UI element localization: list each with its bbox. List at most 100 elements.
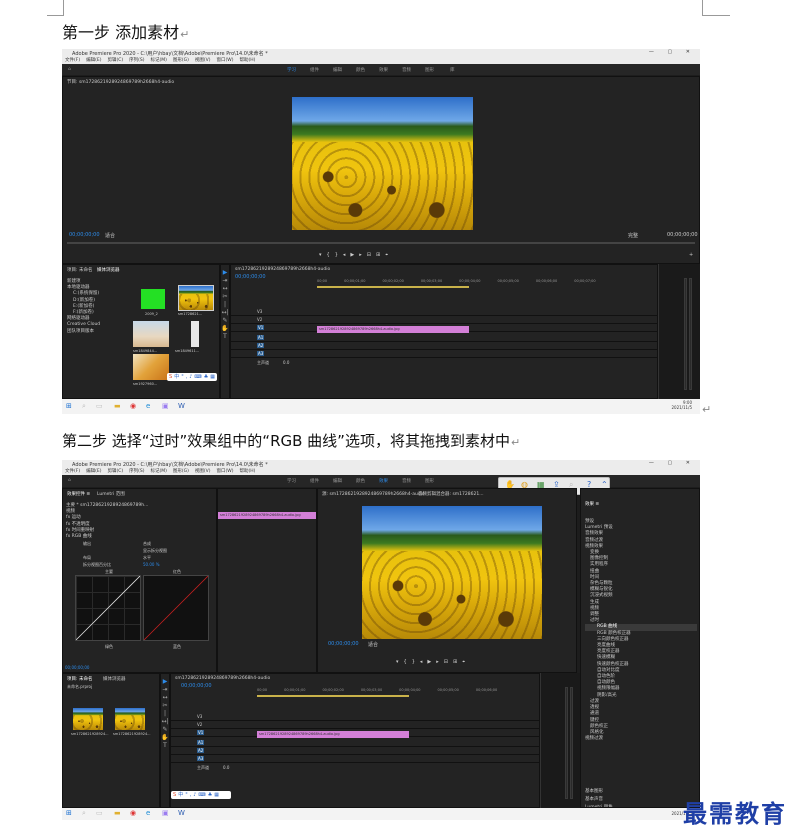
premiere-icon[interactable]: ▣ [162, 809, 169, 817]
pen-tool-icon[interactable]: ✎ [161, 726, 169, 734]
workspace-editing[interactable]: 编辑 [333, 67, 342, 73]
toolbox-icon[interactable]: ▦ [210, 374, 217, 380]
track-label[interactable]: V2 [197, 722, 202, 727]
add-button-icon[interactable]: + [689, 252, 693, 258]
hand-tool-icon[interactable]: ✋ [161, 734, 169, 742]
fit-dropdown[interactable]: 适合 [105, 232, 115, 239]
sogou-input-toolbar[interactable]: S中°,♪⌨♣▦ [167, 373, 217, 381]
source-tab[interactable]: 源: sm1728621928924869789h2668h4-audio [322, 491, 425, 497]
type-tool-icon[interactable]: T [161, 742, 169, 750]
work-area-bar[interactable] [317, 286, 469, 288]
camera-icon[interactable]: ⌖ [462, 659, 470, 665]
media-thumbnail-sunflower[interactable] [178, 285, 214, 311]
track-label[interactable]: V3 [257, 309, 262, 314]
in-icon[interactable]: { [327, 252, 335, 258]
workspace-graphics[interactable]: 图形 [425, 478, 434, 484]
timeline-ruler[interactable]: 00;00 00;00;01;00 00;00;02;00 00;00;03;00 00… [257, 688, 514, 692]
keyboard-icon[interactable]: ⌨ [195, 374, 204, 380]
menu-file[interactable]: 文件(F) [65, 469, 80, 474]
lumetri-scopes-tab[interactable]: Lumetri 范围 [97, 491, 125, 497]
sequence-tab[interactable]: sm1728621928924869789h2668h4-audio [175, 676, 270, 681]
search-icon[interactable]: ⌕ [82, 402, 86, 411]
insert-icon[interactable]: ⊟ [444, 659, 453, 665]
transport-controls[interactable]: ▾{}◂▶▸⊟⊞⌖ [319, 252, 393, 258]
transport-controls[interactable]: ▾{}◂▶▸⊟⊞⌖ [396, 659, 470, 665]
word-icon[interactable]: W [178, 402, 185, 410]
slip-tool-icon[interactable]: |↔| [221, 301, 229, 317]
track-select-tool-icon[interactable]: ⇥ [221, 277, 229, 285]
media-thumbnail-green[interactable] [141, 289, 165, 309]
camera-icon[interactable]: ⌖ [385, 252, 393, 258]
out-icon[interactable]: } [335, 252, 343, 258]
menu-graphics[interactable]: 图形(G) [173, 469, 189, 474]
selection-tool-icon[interactable]: ▶ [161, 678, 169, 686]
work-area-bar[interactable] [257, 695, 409, 697]
menu-window[interactable]: 窗口(W) [217, 58, 234, 63]
track-label[interactable]: V3 [197, 714, 202, 719]
media-thumbnail-flowers[interactable] [133, 321, 169, 347]
essential-sound-panel-tab[interactable]: 基本声音 [585, 797, 603, 803]
workspace-assembly[interactable]: 组件 [310, 67, 319, 73]
task-view-icon[interactable]: ▭ [96, 809, 103, 817]
razor-tool-icon[interactable]: ✂ [221, 293, 229, 301]
search-icon[interactable]: ⌕ [82, 809, 86, 818]
master-curve-graph[interactable] [75, 575, 141, 641]
home-icon[interactable]: ⌂ [68, 67, 71, 72]
track-label[interactable]: V2 [257, 317, 262, 322]
media-browser-tab[interactable]: 媒体浏览器 [103, 676, 126, 682]
audio-clip-mixer-tab[interactable]: 音频剪辑混合器: sm1728621... [418, 491, 484, 497]
hand-tool-icon[interactable]: ✋ [221, 325, 229, 333]
output-dropdown[interactable]: 合成 [143, 541, 151, 547]
premiere-icon[interactable]: ▣ [162, 402, 169, 410]
type-tool-icon[interactable]: T [221, 333, 229, 341]
menu-sequence[interactable]: 序列(S) [129, 58, 144, 63]
menu-file[interactable]: 文件(F) [65, 58, 80, 63]
workspace-learn[interactable]: 学习 [287, 67, 296, 73]
track-label[interactable]: V1 [197, 730, 205, 735]
edge-icon[interactable]: e [146, 402, 150, 410]
taskbar-clock[interactable]: 9:00 2021/11/5 [671, 400, 692, 410]
task-view-icon[interactable]: ▭ [96, 402, 103, 410]
menu-edit[interactable]: 编辑(E) [86, 469, 101, 474]
track-label[interactable]: A2 [197, 748, 205, 753]
slip-tool-icon[interactable]: |↔| [161, 710, 169, 726]
selection-tool-icon[interactable]: ▶ [221, 269, 229, 277]
effects-folder[interactable]: 视频过渡 [585, 736, 697, 742]
track-label[interactable]: A3 [257, 351, 265, 356]
sequence-tab[interactable]: sm1728621928924869789h2668h4-audio [235, 267, 330, 272]
play-icon[interactable]: ▶ [427, 659, 436, 665]
track-label[interactable]: A1 [197, 740, 205, 745]
track-select-tool-icon[interactable]: ⇥ [161, 686, 169, 694]
marker-icon[interactable]: ▾ [319, 252, 327, 258]
project-tab[interactable]: 项目: 未命名 [67, 676, 92, 682]
ripple-edit-tool-icon[interactable]: ↔ [221, 285, 229, 293]
workspace-editing[interactable]: 编辑 [333, 478, 342, 484]
essential-graphics-panel-tab[interactable]: 基本图形 [585, 789, 603, 795]
master-track-value[interactable]: 0.0 [223, 765, 229, 770]
edge-icon[interactable]: e [146, 809, 150, 817]
program-monitor-tab[interactable]: 节目: sm1728621928924869789h2668h4-audio [67, 79, 174, 85]
keyboard-icon[interactable]: ⌨ [199, 792, 208, 798]
media-thumbnail-portrait[interactable] [191, 321, 199, 347]
menu-view[interactable]: 视图(V) [195, 469, 211, 474]
toolbox-icon[interactable]: ▦ [214, 792, 221, 798]
show-split-checkbox[interactable]: 显示拆分视图 [143, 548, 167, 554]
project-thumbnail[interactable] [115, 708, 145, 730]
menu-clip[interactable]: 剪辑(C) [107, 469, 123, 474]
workspace-libraries[interactable]: 库 [450, 67, 455, 73]
chrome-icon[interactable]: ◉ [130, 402, 136, 410]
workspace-assembly[interactable]: 组件 [310, 478, 319, 484]
menu-edit[interactable]: 编辑(E) [86, 58, 101, 63]
track-label[interactable]: V1 [257, 325, 265, 330]
menu-markers[interactable]: 标记(M) [151, 469, 167, 474]
windows-start-icon[interactable]: ⊞ [66, 809, 72, 817]
menu-sequence[interactable]: 序列(S) [129, 469, 144, 474]
ripple-edit-tool-icon[interactable]: ↔ [161, 694, 169, 702]
workspace-audio[interactable]: 音频 [402, 478, 411, 484]
marker-icon[interactable]: ▾ [396, 659, 404, 665]
effect-controls-clip-bar[interactable]: sm1728621928924869789h2668h4-audio.jpg [218, 512, 316, 519]
timeline-clip[interactable]: sm1728621928924869789h2668h4-audio.jpg [317, 326, 469, 333]
menu-window[interactable]: 窗口(W) [217, 469, 234, 474]
timeline-ruler[interactable]: 00;00 00;00;01;00 00;00;02;00 00;00;03;00 00… [317, 279, 613, 283]
step-forward-icon[interactable]: ▸ [436, 659, 444, 665]
